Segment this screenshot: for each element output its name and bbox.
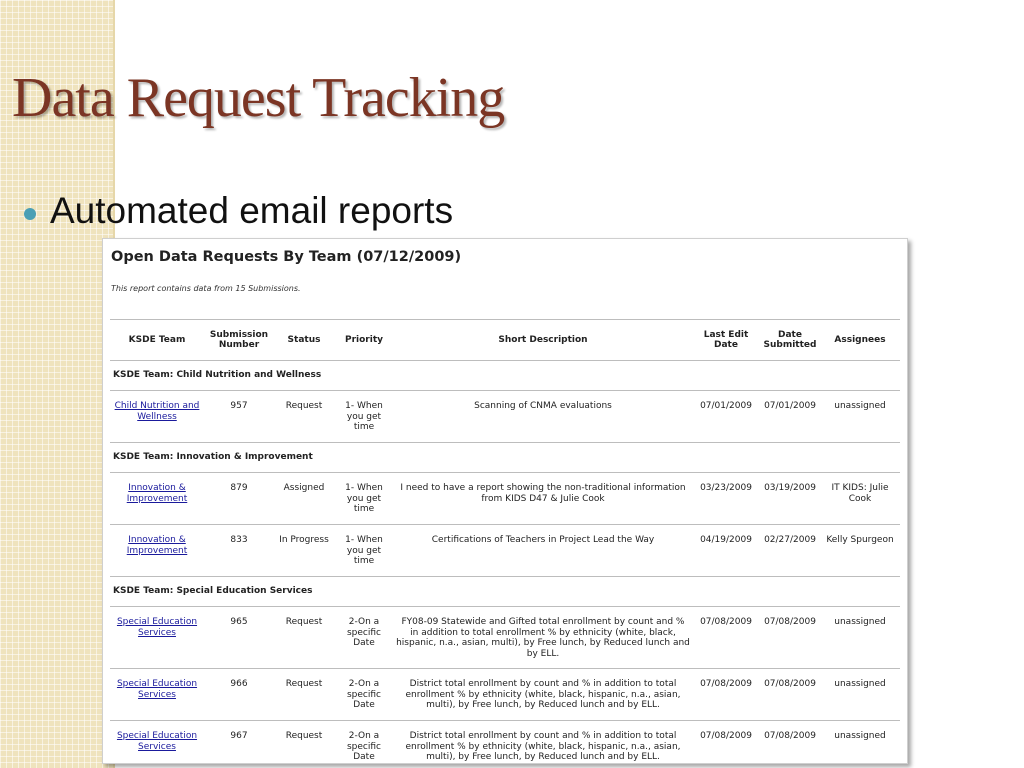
assignees-cell: Kelly Spurgeon: [820, 524, 900, 577]
submission-number: 957: [204, 390, 274, 443]
priority-cell: 2-On a specific Date: [334, 668, 394, 721]
last-edit-date: 07/08/2009: [692, 720, 760, 763]
date-submitted: 02/27/2009: [760, 524, 820, 577]
description-cell: Scanning of CNMA evaluations: [394, 390, 692, 443]
slide-title: Data Request Tracking: [12, 67, 505, 129]
status-cell: Request: [274, 390, 334, 443]
last-edit-date: 04/19/2009: [692, 524, 760, 577]
submission-number: 966: [204, 668, 274, 721]
table-row: Special Education Services 965 Request 2…: [110, 606, 900, 669]
team-link[interactable]: Innovation & Improvement: [127, 535, 188, 556]
column-header: Short Description: [394, 319, 692, 361]
date-submitted: 07/01/2009: [760, 390, 820, 443]
column-header: Status: [274, 319, 334, 361]
column-header: Date Submitted: [760, 319, 820, 361]
report-note: This report contains data from 15 Submis…: [111, 284, 301, 293]
date-submitted: 03/19/2009: [760, 472, 820, 525]
priority-cell: 2-On a specific Date: [334, 606, 394, 669]
team-link[interactable]: Special Education Services: [117, 731, 197, 752]
table-row: Special Education Services 967 Request 2…: [110, 720, 900, 763]
group-label: KSDE Team: Special Education Services: [110, 576, 900, 607]
group-header-row: KSDE Team: Special Education Services: [110, 576, 900, 607]
submission-number: 879: [204, 472, 274, 525]
team-link[interactable]: Special Education Services: [117, 679, 197, 700]
status-cell: In Progress: [274, 524, 334, 577]
group-label: KSDE Team: Child Nutrition and Wellness: [110, 360, 900, 391]
last-edit-date: 07/08/2009: [692, 668, 760, 721]
description-cell: I need to have a report showing the non-…: [394, 472, 692, 525]
assignees-cell: unassigned: [820, 606, 900, 669]
team-link[interactable]: Innovation & Improvement: [127, 483, 188, 504]
group-header-row: KSDE Team: Child Nutrition and Wellness: [110, 360, 900, 391]
column-header: Submission Number: [204, 319, 274, 361]
team-link[interactable]: Special Education Services: [117, 617, 197, 638]
assignees-cell: IT KIDS: Julie Cook: [820, 472, 900, 525]
description-cell: District total enrollment by count and %…: [394, 668, 692, 721]
submission-number: 833: [204, 524, 274, 577]
assignees-cell: unassigned: [820, 668, 900, 721]
status-cell: Request: [274, 606, 334, 669]
table-row: Innovation & Improvement 833 In Progress…: [110, 524, 900, 577]
submission-number: 965: [204, 606, 274, 669]
table-row: Innovation & Improvement 879 Assigned 1-…: [110, 472, 900, 525]
assignees-cell: unassigned: [820, 720, 900, 763]
status-cell: Assigned: [274, 472, 334, 525]
column-header: KSDE Team: [110, 319, 204, 361]
description-cell: Certifications of Teachers in Project Le…: [394, 524, 692, 577]
date-submitted: 07/08/2009: [760, 720, 820, 763]
column-header: Priority: [334, 319, 394, 361]
column-header: Assignees: [820, 319, 900, 361]
team-link[interactable]: Child Nutrition and Wellness: [115, 401, 200, 422]
assignees-cell: unassigned: [820, 390, 900, 443]
priority-cell: 1- When you get time: [334, 390, 394, 443]
priority-cell: 1- When you get time: [334, 472, 394, 525]
table-row: Special Education Services 966 Request 2…: [110, 668, 900, 721]
table-row: Child Nutrition and Wellness 957 Request…: [110, 390, 900, 443]
group-label: KSDE Team: Innovation & Improvement: [110, 442, 900, 473]
report-title: Open Data Requests By Team (07/12/2009): [111, 249, 462, 265]
last-edit-date: 07/01/2009: [692, 390, 760, 443]
status-cell: Request: [274, 720, 334, 763]
last-edit-date: 03/23/2009: [692, 472, 760, 525]
date-submitted: 07/08/2009: [760, 668, 820, 721]
group-header-row: KSDE Team: Innovation & Improvement: [110, 442, 900, 473]
priority-cell: 1- When you get time: [334, 524, 394, 577]
date-submitted: 07/08/2009: [760, 606, 820, 669]
report-screenshot: Open Data Requests By Team (07/12/2009) …: [102, 238, 908, 764]
submission-number: 967: [204, 720, 274, 763]
priority-cell: 2-On a specific Date: [334, 720, 394, 763]
bullet-dot-icon: [24, 208, 36, 220]
description-cell: FY08-09 Statewide and Gifted total enrol…: [394, 606, 692, 669]
description-cell: District total enrollment by count and %…: [394, 720, 692, 763]
last-edit-date: 07/08/2009: [692, 606, 760, 669]
table-header-row: KSDE Team Submission Number Status Prior…: [110, 319, 900, 361]
status-cell: Request: [274, 668, 334, 721]
column-header: Last Edit Date: [692, 319, 760, 361]
bullet-text: Automated email reports: [50, 190, 454, 231]
requests-table: KSDE Team Submission Number Status Prior…: [110, 319, 900, 763]
